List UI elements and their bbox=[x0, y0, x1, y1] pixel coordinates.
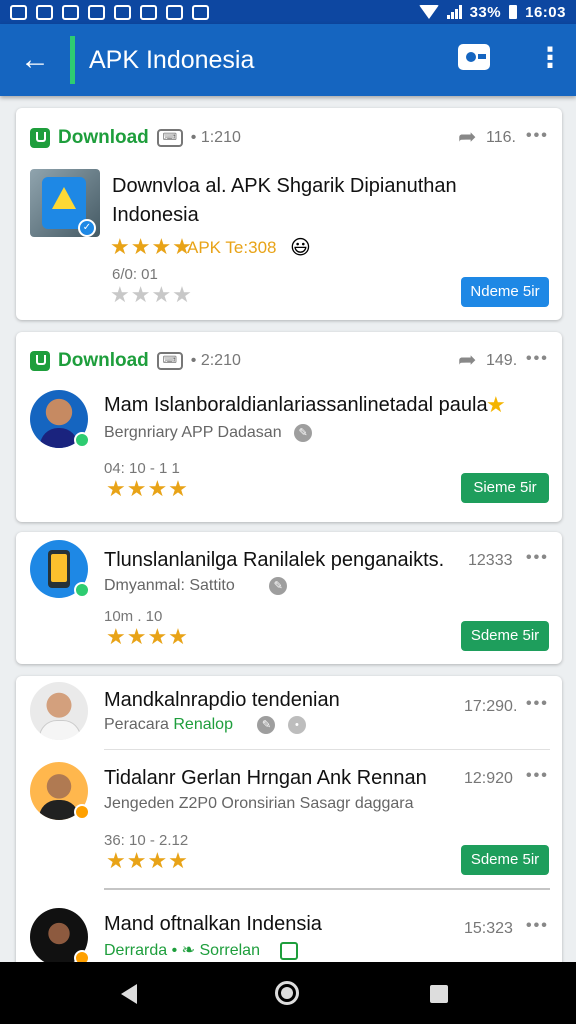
message-icon bbox=[36, 4, 53, 20]
app-title: APK Indonesia bbox=[89, 45, 255, 74]
status-bar: 33% 16:03 bbox=[0, 0, 576, 24]
leaf-icon: ❧ bbox=[181, 942, 196, 959]
download-button[interactable]: Sdeme 5ir bbox=[461, 845, 549, 875]
download-label: Download bbox=[58, 127, 149, 148]
post-meta: 36: 10 - 2.12 bbox=[104, 832, 189, 849]
emoji-icon: 😃 bbox=[290, 237, 311, 259]
verified-badge-icon bbox=[74, 804, 90, 820]
star-rating: ★★★★ bbox=[110, 234, 193, 259]
star-rating: ★★★★ bbox=[106, 848, 189, 873]
battery-icon bbox=[509, 5, 518, 19]
app-meta: 6/0: 01 bbox=[112, 266, 158, 283]
edit-icon[interactable]: ✎ bbox=[257, 716, 276, 734]
clock: 16:03 bbox=[525, 3, 566, 21]
verified-badge-icon bbox=[74, 582, 90, 598]
info-icon[interactable]: • bbox=[287, 716, 306, 734]
nav-home-icon[interactable] bbox=[275, 981, 299, 1005]
download-card[interactable]: Download ⌨ • 1:210 ➦ 116. ••• ✓ Downvloa… bbox=[16, 108, 562, 320]
post-subtitle-author: Peracara bbox=[104, 716, 169, 734]
card-header: Download ⌨ • 2:210 bbox=[30, 349, 241, 373]
system-nav-bar bbox=[0, 962, 576, 1024]
accent-bar bbox=[70, 36, 75, 84]
back-arrow-icon[interactable]: ← bbox=[0, 45, 70, 75]
rating-text: APK Te:308 bbox=[187, 238, 277, 257]
post-subtitle: Peracara Renalop ✎ • bbox=[104, 716, 306, 734]
post-title[interactable]: Mam Islanboraldianlariassanlinetadal pau… bbox=[104, 391, 504, 420]
post-time: 12:920 bbox=[464, 770, 513, 787]
nav-recents-icon[interactable] bbox=[430, 985, 448, 1003]
more-horiz-icon[interactable]: ••• bbox=[526, 917, 549, 935]
post-subtitle-tag[interactable]: Sorrelan bbox=[200, 942, 260, 959]
nav-back-icon[interactable] bbox=[121, 984, 137, 1004]
post-title[interactable]: Mand oftnalkan Indensia bbox=[104, 910, 464, 939]
signal-icon bbox=[446, 5, 462, 19]
post-subtitle-tag[interactable]: Renalop bbox=[173, 716, 233, 733]
lock-icon bbox=[88, 4, 105, 20]
star-rating: ★★★★ bbox=[106, 476, 189, 501]
share-icon[interactable]: ➦ bbox=[458, 124, 476, 150]
download-label: Download bbox=[58, 350, 149, 371]
vpn-icon bbox=[192, 4, 209, 20]
profile-card-icon[interactable] bbox=[458, 44, 490, 70]
image-icon bbox=[62, 4, 79, 20]
verified-badge-icon: ✓ bbox=[78, 219, 96, 237]
star-emoji-icon: ★ bbox=[486, 392, 506, 417]
verified-badge-icon bbox=[74, 432, 90, 448]
post-subtitle-text: Dmyanmal: Sattito bbox=[104, 577, 235, 595]
battery-percent: 33% bbox=[469, 3, 502, 21]
notification-icons bbox=[10, 4, 209, 20]
settings-icon bbox=[114, 4, 131, 20]
share-count: 116. bbox=[486, 129, 516, 146]
share-count: 149. bbox=[486, 352, 518, 369]
post-title[interactable]: Tidalanr Gerlan Hrngan Ank Rennan bbox=[104, 764, 464, 793]
edit-icon[interactable]: ✎ bbox=[294, 424, 313, 442]
wifi-icon bbox=[418, 5, 439, 19]
close-icon bbox=[166, 4, 183, 20]
edit-icon[interactable]: ✎ bbox=[269, 577, 288, 595]
download-card[interactable]: Download ⌨ • 2:210 ➦ 149. ••• Mam Islanb… bbox=[16, 332, 562, 522]
post-time: 15:323 bbox=[464, 920, 513, 937]
post-subtitle: Jengeden Z2P0 Oronsirian Sasagr daggara bbox=[104, 795, 414, 812]
app-title-text[interactable]: Downvloa al. APK Shgarik Dipianuthan Ind… bbox=[112, 172, 532, 230]
checkbox-icon[interactable] bbox=[280, 941, 299, 960]
download-button[interactable]: Sdeme 5ir bbox=[461, 621, 549, 651]
post-list-card: Mandkalnrapdio tendenian 17:290. ••• Per… bbox=[16, 676, 562, 976]
post-meta: 10m . 10 bbox=[104, 608, 163, 625]
post-subtitle: Dmyanmal: Sattito ✎ bbox=[104, 577, 288, 595]
post-meta: 04: 10 - 1 1 bbox=[104, 460, 180, 477]
post-time: • 1:210 bbox=[190, 129, 241, 146]
post-subtitle-text: Bergnriary APP Dadasan bbox=[104, 424, 282, 442]
star-rating: ★★★★ bbox=[106, 624, 189, 649]
post-time: 17:290. bbox=[464, 698, 518, 715]
more-horiz-icon[interactable]: ••• bbox=[526, 549, 549, 567]
download-card[interactable]: Tlunslanlanilga Ranilalek penganaikts. 1… bbox=[16, 532, 562, 664]
more-horiz-icon[interactable]: ••• bbox=[526, 350, 549, 368]
post-time: • 2:210 bbox=[190, 352, 241, 369]
file-icon bbox=[140, 4, 157, 20]
post-title[interactable]: Mandkalnrapdio tendenian bbox=[104, 686, 464, 715]
more-vert-icon[interactable]: ⋮ bbox=[536, 44, 564, 72]
download-button[interactable]: Sieme 5ir bbox=[461, 473, 549, 503]
mail-icon bbox=[10, 4, 27, 20]
keyboard-icon: ⌨ bbox=[156, 129, 183, 147]
post-subtitle: Bergnriary APP Dadasan ✎ bbox=[104, 424, 313, 442]
post-subtitle: Derrarda • ❧ Sorrelan bbox=[104, 940, 299, 960]
share-icon[interactable]: ➦ bbox=[458, 347, 476, 373]
download-icon bbox=[30, 128, 50, 148]
card-header: Download ⌨ • 1:210 bbox=[30, 126, 241, 150]
keyboard-icon: ⌨ bbox=[156, 352, 183, 370]
empty-star-rating: ★★★★ bbox=[110, 282, 193, 307]
download-button[interactable]: Ndeme 5ir bbox=[461, 277, 549, 307]
more-horiz-icon[interactable]: ••• bbox=[526, 767, 549, 785]
post-time: 12333 bbox=[468, 552, 513, 569]
divider bbox=[104, 749, 550, 750]
download-icon bbox=[30, 351, 50, 371]
app-bar: ← APK Indonesia ⋮ bbox=[0, 24, 576, 96]
divider bbox=[104, 888, 550, 890]
avatar[interactable] bbox=[30, 682, 88, 740]
post-subtitle-author: Derrarda • bbox=[104, 942, 178, 959]
post-title[interactable]: Tlunslanlanilga Ranilalek penganaikts. bbox=[104, 546, 464, 575]
more-horiz-icon[interactable]: ••• bbox=[526, 127, 549, 145]
more-horiz-icon[interactable]: ••• bbox=[526, 695, 549, 713]
